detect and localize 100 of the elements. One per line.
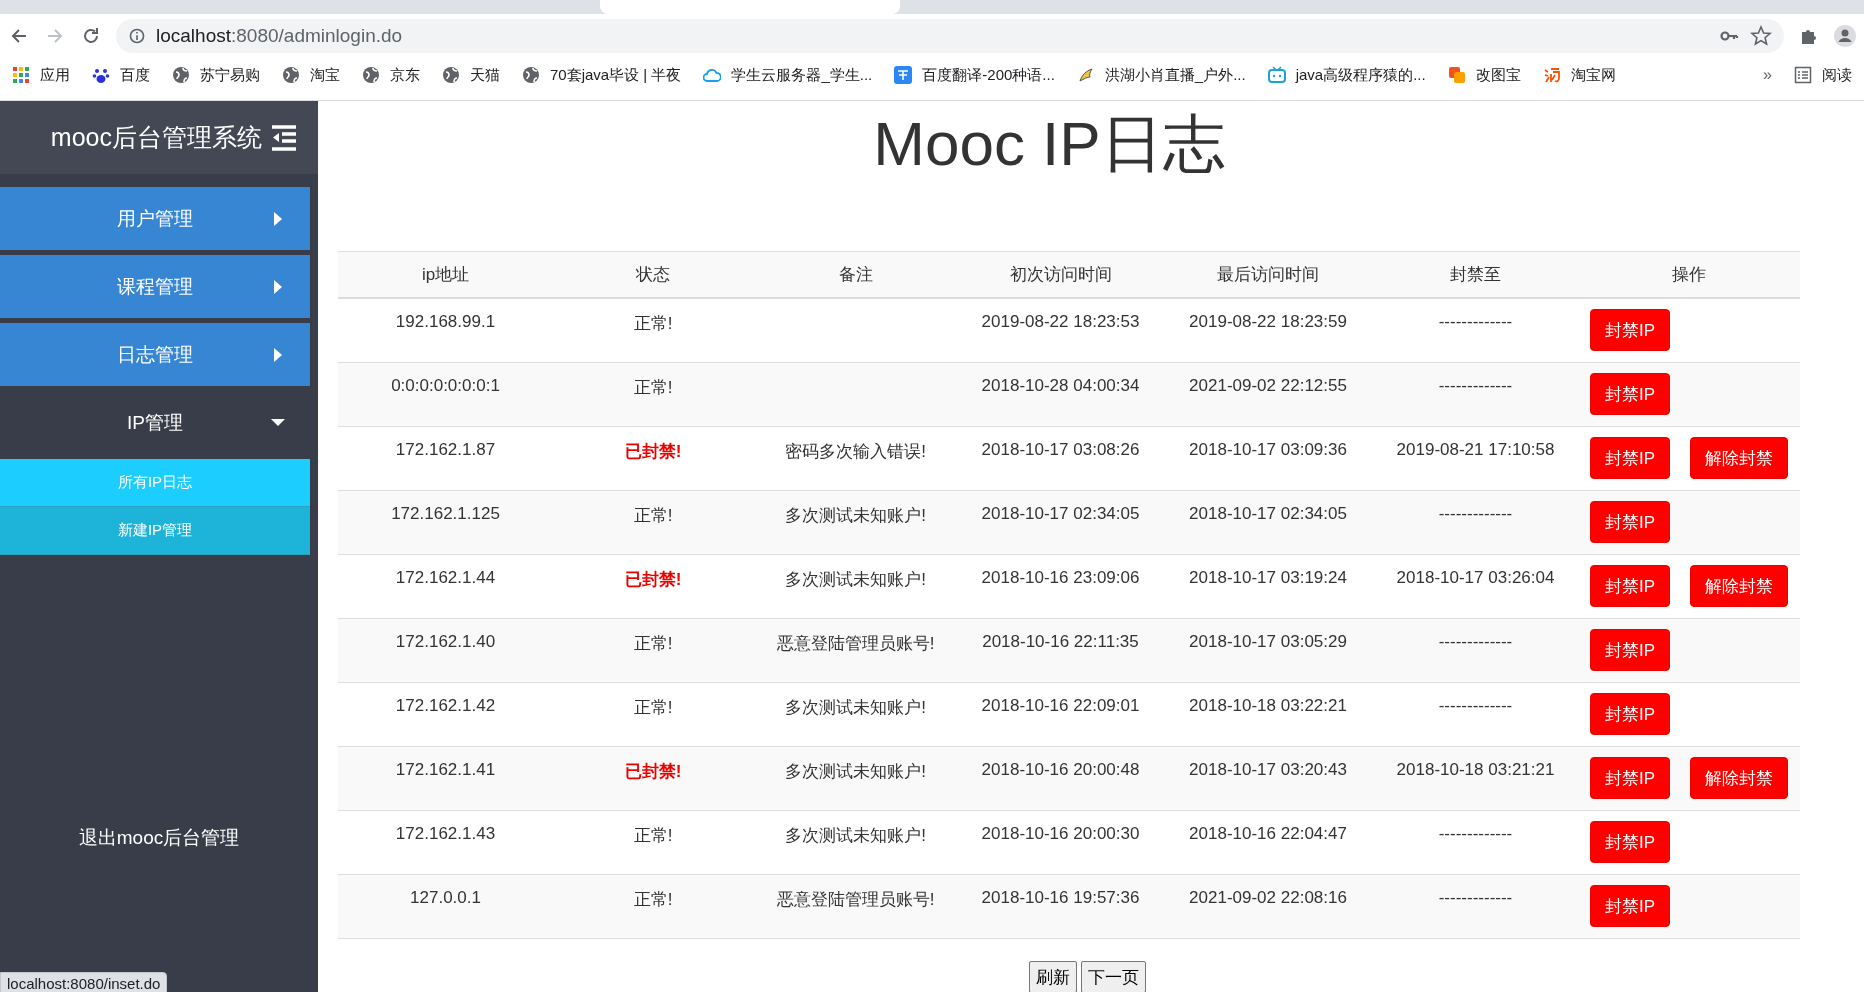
bookmark-link[interactable]: 百度 xyxy=(92,65,150,85)
table-cell-text: 恶意登陆管理员账号! xyxy=(775,633,936,655)
menu-item[interactable]: 课程管理 xyxy=(0,255,310,318)
ban-button[interactable]: 封禁IP xyxy=(1590,373,1671,415)
info-icon[interactable] xyxy=(128,27,146,45)
bookmark-link[interactable]: java高级程序猿的... xyxy=(1267,65,1426,85)
globe-icon xyxy=(442,66,460,84)
table-cell-text: 172.162.1.44 xyxy=(394,567,497,589)
status-cell-text: 正常! xyxy=(632,313,674,335)
bookmark-link[interactable]: 京东 xyxy=(362,65,420,85)
menu-item[interactable]: 日志管理 xyxy=(0,323,310,386)
tv-icon xyxy=(1267,66,1286,84)
table-cell-text: 2019-08-22 18:23:53 xyxy=(980,311,1141,333)
table-cell-text: 多次测试未知账户! xyxy=(784,569,927,591)
bookmark-link[interactable]: 天猫 xyxy=(442,65,500,85)
table-cell-text: 172.162.1.125 xyxy=(390,503,501,525)
table-cell-text: 2018-10-16 22:04:47 xyxy=(1188,823,1348,845)
column-header: 状态 xyxy=(635,264,671,286)
url-text: localhost:8080/adminlogin.do xyxy=(156,25,403,47)
table-cell-text: 多次测试未知账户! xyxy=(784,505,927,527)
next-page-button[interactable]: 下一页 xyxy=(1080,961,1146,992)
status-cell-text: 已封禁! xyxy=(623,441,683,463)
column-header: 操作 xyxy=(1671,264,1707,286)
table-cell-text: 2018-10-17 03:09:36 xyxy=(1188,439,1348,461)
globe-icon xyxy=(522,66,540,84)
unban-button[interactable]: 解除封禁 xyxy=(1690,565,1789,607)
table-cell-text: 2018-10-17 03:08:26 xyxy=(980,439,1141,461)
table-cell-text: ------------- xyxy=(1437,695,1514,717)
translate-icon xyxy=(894,66,913,84)
reading-list-link[interactable]: 阅读 xyxy=(1794,65,1852,85)
unban-button[interactable]: 解除封禁 xyxy=(1690,757,1789,799)
table-cell-text: 2021-09-02 22:12:55 xyxy=(1188,375,1348,397)
table-cell-text: 2018-10-17 02:34:05 xyxy=(1188,503,1348,525)
bookmark-link[interactable]: 洪湖小肖直播_户外... xyxy=(1076,65,1246,85)
unban-button[interactable]: 解除封禁 xyxy=(1690,437,1789,479)
status-cell-text: 正常! xyxy=(632,825,674,847)
table-cell-text: 2018-10-17 03:19:24 xyxy=(1188,567,1348,589)
table-cell-text: ------------- xyxy=(1437,311,1514,333)
table-cell-text: 127.0.0.1 xyxy=(409,887,482,909)
table-cell-text: ------------- xyxy=(1437,823,1514,845)
status-cell-text: 已封禁! xyxy=(623,569,683,591)
refresh-button[interactable]: 刷新 xyxy=(1028,961,1077,992)
ban-button[interactable]: 封禁IP xyxy=(1590,821,1671,863)
ban-button[interactable]: 封禁IP xyxy=(1590,437,1671,479)
table-cell-text: 2018-10-16 23:09:06 xyxy=(980,567,1141,589)
apps-grid-icon xyxy=(12,66,30,84)
ban-button[interactable]: 封禁IP xyxy=(1590,629,1671,671)
table-cell-text: 2018-10-16 19:57:36 xyxy=(980,887,1141,909)
table-cell-text: ------------- xyxy=(1437,631,1514,653)
ban-button[interactable]: 封禁IP xyxy=(1590,693,1671,735)
table-cell-text: ------------- xyxy=(1437,887,1514,909)
column-header: 最后访问时间 xyxy=(1216,264,1320,286)
table-cell-text: 2019-08-22 18:23:59 xyxy=(1188,311,1348,333)
bookmark-link[interactable]: 应用 xyxy=(12,65,70,85)
column-header: 初次访问时间 xyxy=(1008,264,1113,286)
table-cell-text: 0:0:0:0:0:0:0:1 xyxy=(390,375,501,397)
address-bar[interactable]: localhost:8080/adminlogin.do xyxy=(116,19,1784,53)
column-header: 封禁至 xyxy=(1449,264,1502,286)
table-cell-text: 2018-10-16 22:11:35 xyxy=(981,631,1140,653)
avatar-icon[interactable] xyxy=(1834,25,1856,47)
bookmark-link[interactable]: 淘宝 xyxy=(282,65,340,85)
table-cell-text: 172.162.1.40 xyxy=(394,631,497,653)
bookmark-link[interactable]: 70套java毕设 | 半夜 xyxy=(522,65,682,85)
table-cell-text: 2018-10-17 02:34:05 xyxy=(980,503,1141,525)
globe-icon xyxy=(282,66,300,84)
table-cell-text: 172.162.1.41 xyxy=(394,759,497,781)
more-bookmarks-button[interactable]: » xyxy=(1763,66,1772,84)
column-header: 备注 xyxy=(837,264,874,286)
ban-button[interactable]: 封禁IP xyxy=(1590,885,1671,927)
star-icon[interactable] xyxy=(1750,25,1772,47)
table-cell-text: 2018-10-16 20:00:48 xyxy=(980,759,1141,781)
cloud-icon xyxy=(703,66,722,84)
table-cell-text: 密码多次输入错误! xyxy=(784,441,927,463)
table-cell-text: 2018-10-16 22:09:01 xyxy=(980,695,1141,717)
ban-button[interactable]: 封禁IP xyxy=(1590,565,1671,607)
bookmark-link[interactable]: 苏宁易购 xyxy=(172,65,260,85)
status-cell-text: 已封禁! xyxy=(623,761,683,783)
bookmark-link[interactable]: 学生云服务器_学生... xyxy=(703,65,873,85)
ban-button[interactable]: 封禁IP xyxy=(1590,309,1671,351)
list-icon xyxy=(1794,66,1812,84)
bookmark-link[interactable]: 百度翻译-200种语... xyxy=(894,65,1055,85)
status-cell-text: 正常! xyxy=(632,505,674,527)
bookmark-link[interactable]: 淘宝网 xyxy=(1542,65,1616,85)
menu-item[interactable]: 用户管理 xyxy=(0,187,310,250)
table-cell-text: ------------- xyxy=(1437,375,1514,397)
bookmark-link[interactable]: 改图宝 xyxy=(1447,65,1521,85)
table-cell-text: 多次测试未知账户! xyxy=(784,697,927,719)
table-cell-text: 2018-10-17 03:05:29 xyxy=(1188,631,1348,653)
table-cell-text: 恶意登陆管理员账号! xyxy=(775,889,936,911)
status-cell-text: 正常! xyxy=(632,377,674,399)
table-cell-text: 多次测试未知账户! xyxy=(784,825,927,847)
logout-link[interactable]: 退出mooc后台管理 xyxy=(78,825,240,851)
table-cell-text: 172.162.1.87 xyxy=(394,439,497,461)
status-bar: localhost:8080/inset.do xyxy=(0,972,168,992)
ban-button[interactable]: 封禁IP xyxy=(1590,501,1671,543)
column-header: ip地址 xyxy=(420,264,471,286)
globe-icon xyxy=(362,66,380,84)
table-cell-text: 多次测试未知账户! xyxy=(784,761,927,783)
globe-icon xyxy=(172,66,190,84)
ban-button[interactable]: 封禁IP xyxy=(1590,757,1671,799)
